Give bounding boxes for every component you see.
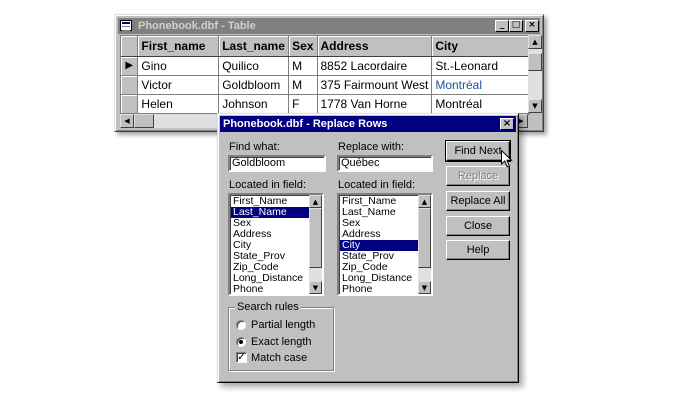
maximize-button[interactable]: □ <box>509 20 523 32</box>
column-header-last-name[interactable]: Last_name <box>218 36 290 57</box>
scroll-left-icon[interactable]: ◀ <box>120 114 134 128</box>
scroll-thumb[interactable] <box>418 208 431 268</box>
dialog-close-button[interactable]: × <box>500 118 514 130</box>
replace-rows-dialog: Phonebook.dbf - Replace Rows × Find what… <box>217 113 519 383</box>
table-cell[interactable]: Montréal <box>431 75 529 95</box>
checkmark-icon[interactable]: ✓ <box>236 352 247 363</box>
row-indicator[interactable] <box>121 75 139 95</box>
grid-header-row: First_name Last_name Sex Address City <box>121 36 529 57</box>
table-cell[interactable]: Goldbloom <box>218 75 290 95</box>
column-header-sex[interactable]: Sex <box>288 36 318 57</box>
mouse-pointer-icon <box>501 150 513 168</box>
search-rules-legend: Search rules <box>235 301 301 313</box>
exact-length-label: Exact length <box>251 336 312 348</box>
scroll-thumb[interactable] <box>134 114 154 128</box>
dialog-titlebar[interactable]: Phonebook.dbf - Replace Rows × <box>220 116 516 132</box>
row-indicator[interactable] <box>121 94 139 114</box>
replace-field-listbox[interactable]: First_Name Last_Name Sex Address City St… <box>337 193 433 296</box>
table-cell[interactable]: St.-Leonard <box>431 56 529 76</box>
radio-on-icon[interactable] <box>236 337 246 347</box>
find-what-label: Find what: <box>229 141 280 153</box>
replace-with-label: Replace with: <box>338 141 405 153</box>
column-header-city[interactable]: City <box>431 36 529 57</box>
replace-all-button[interactable]: Replace All <box>446 191 510 211</box>
table-cell[interactable]: Johnson <box>218 94 290 114</box>
help-button[interactable]: Help <box>446 240 510 260</box>
data-grid: First_name Last_name Sex Address City ▶ … <box>120 35 530 115</box>
find-what-input[interactable]: Goldbloom <box>228 155 326 172</box>
table-cell[interactable]: M <box>288 75 318 95</box>
table-cell[interactable]: Victor <box>137 75 220 95</box>
close-button[interactable]: Close <box>446 216 510 236</box>
find-field-label: Located in field: <box>229 179 307 191</box>
replace-with-input[interactable]: Québec <box>337 155 433 172</box>
table-row[interactable]: ▶ Gino Quilico M 8852 Lacordaire St.-Leo… <box>121 56 529 76</box>
scroll-up-icon[interactable]: ▲ <box>309 195 322 208</box>
search-rules-group: Search rules Partial length Exact length… <box>228 301 334 371</box>
scroll-down-icon[interactable]: ▼ <box>309 281 322 294</box>
scroll-up-icon[interactable]: ▲ <box>418 195 431 208</box>
table-cell[interactable]: 8852 Lacordaire <box>317 56 433 76</box>
list-scrollbar[interactable]: ▲ ▼ <box>418 195 431 294</box>
close-window-button[interactable]: × <box>525 20 539 32</box>
table-cell[interactable]: Montréal <box>431 94 529 114</box>
scroll-down-icon[interactable]: ▼ <box>418 281 431 294</box>
grid-vertical-scrollbar[interactable]: ▲ ▼ <box>528 35 542 113</box>
row-indicator-header <box>121 36 139 57</box>
table-row[interactable]: Victor Goldbloom M 375 Fairmount West Mo… <box>121 75 529 95</box>
column-header-first-name[interactable]: First_name <box>137 36 220 57</box>
table-cell[interactable]: F <box>288 94 318 114</box>
table-window-titlebar[interactable]: Phonebook.dbf - Table _ □ × <box>118 18 540 34</box>
table-cell[interactable]: Gino <box>137 56 220 76</box>
table-cell[interactable]: 375 Fairmount West <box>317 75 433 95</box>
dialog-title: Phonebook.dbf - Replace Rows <box>223 118 388 130</box>
find-field-listbox[interactable]: First_Name Last_Name Sex Address City St… <box>228 193 324 296</box>
scroll-down-icon[interactable]: ▼ <box>528 99 542 113</box>
column-header-address[interactable]: Address <box>317 36 433 57</box>
replace-button[interactable]: Replace <box>446 166 510 186</box>
scroll-thumb[interactable] <box>309 208 322 268</box>
table-row[interactable]: Helen Johnson F 1778 Van Horne Montréal <box>121 94 529 114</box>
table-cell[interactable]: Quilico <box>218 56 290 76</box>
table-cell[interactable]: 1778 Van Horne <box>317 94 433 114</box>
replace-field-label: Located in field: <box>338 179 416 191</box>
scroll-up-icon[interactable]: ▲ <box>528 35 542 49</box>
minimize-button[interactable]: _ <box>495 20 509 32</box>
current-row-arrow-icon: ▶ <box>121 56 139 76</box>
list-scrollbar[interactable]: ▲ ▼ <box>309 195 322 294</box>
partial-length-label: Partial length <box>251 319 316 331</box>
radio-off-icon[interactable] <box>236 320 246 330</box>
table-cell[interactable]: M <box>288 56 318 76</box>
table-icon <box>120 20 132 31</box>
table-cell[interactable]: Helen <box>137 94 220 114</box>
table-window-title: Phonebook.dbf - Table <box>138 20 256 32</box>
scroll-thumb[interactable] <box>528 53 542 71</box>
list-item[interactable]: Phone <box>340 284 418 295</box>
list-item[interactable]: Phone <box>231 284 309 295</box>
match-case-label: Match case <box>251 352 308 364</box>
